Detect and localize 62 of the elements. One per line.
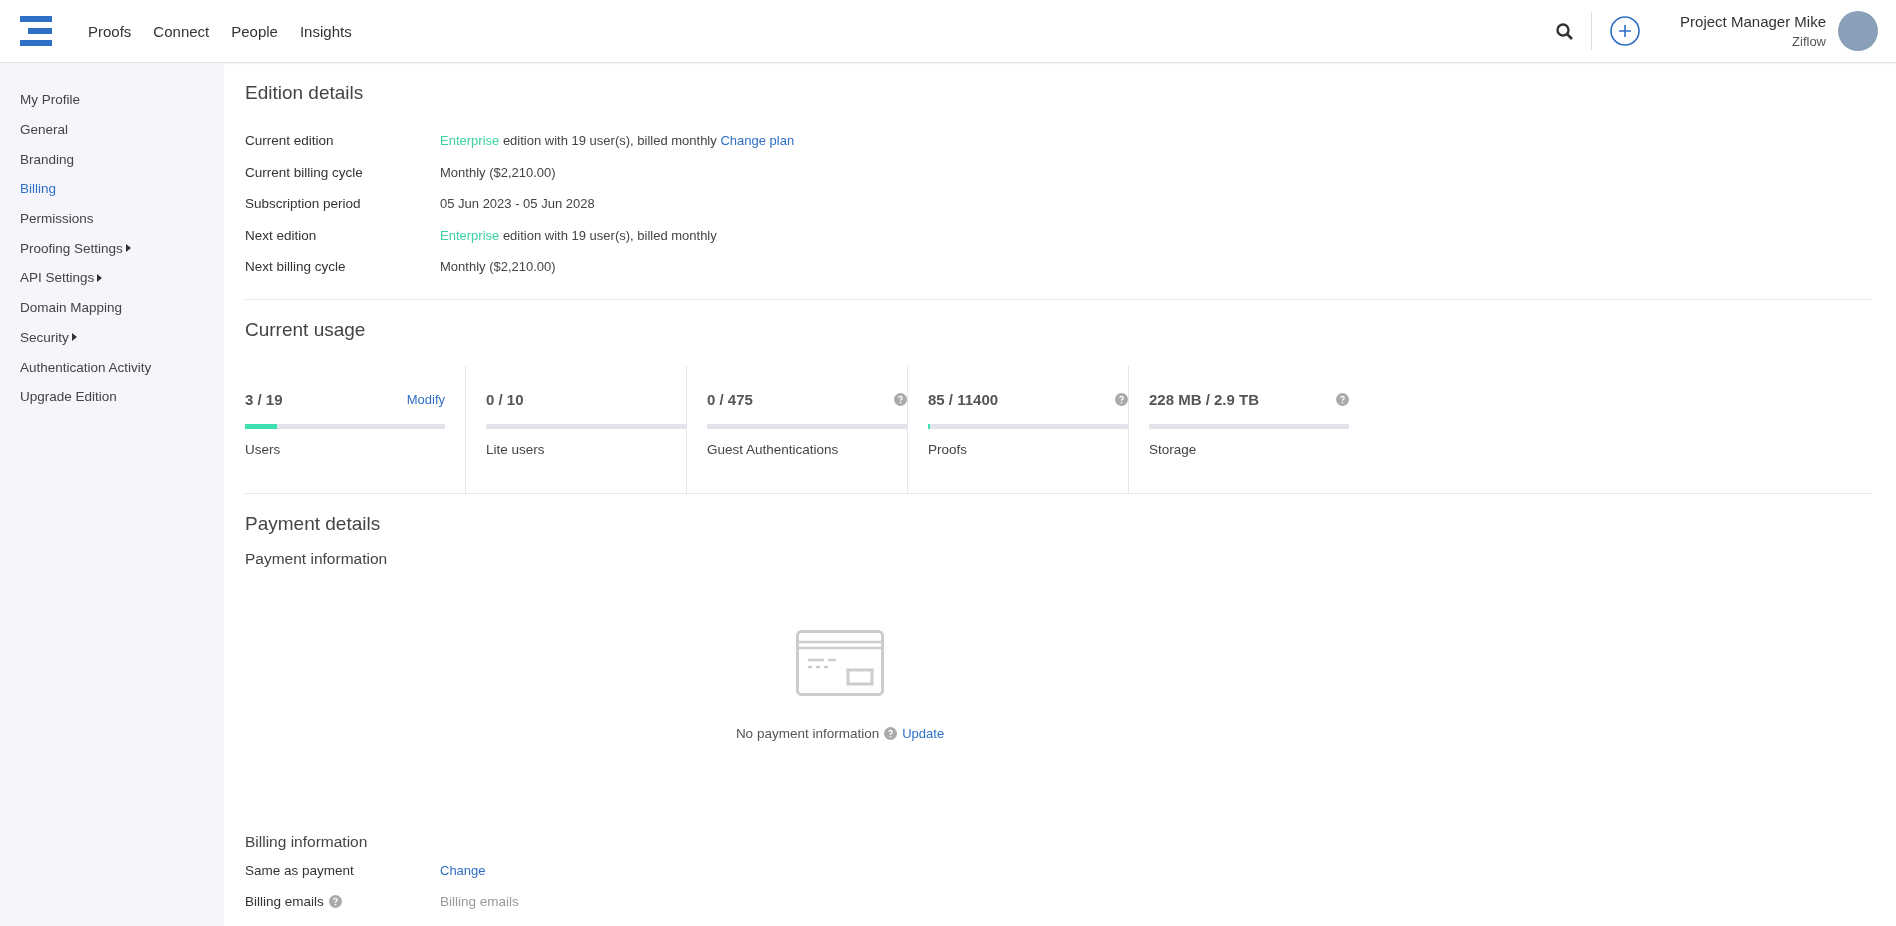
field-value: 05 Jun 2023 - 05 Jun 2028 [440, 196, 596, 212]
sidebar-item[interactable]: My Profile [0, 85, 224, 115]
subsection-title: Billing information [245, 832, 369, 851]
field-value: Enterprise edition with 19 user(s), billed monthly [440, 227, 718, 243]
avatar[interactable] [1838, 11, 1878, 51]
field-label: Same as payment [245, 862, 355, 878]
section-title: Edition details [245, 81, 365, 105]
field-label: Current edition [245, 133, 335, 149]
change-plan-link[interactable]: Change plan [720, 133, 795, 149]
organization-name: Ziflow [1792, 34, 1826, 49]
sidebar-item[interactable]: General [0, 114, 224, 145]
nav-link[interactable]: Connect [153, 22, 210, 40]
caret-icon [125, 244, 131, 253]
subsection-title: Payment information [245, 549, 389, 568]
field-label: Current billing cycle [245, 164, 364, 180]
nav-link[interactable]: Proofs [88, 22, 132, 40]
usage-label: Proofs [928, 441, 969, 457]
help-icon[interactable] [328, 895, 342, 909]
sidebar-item[interactable]: Branding [0, 144, 224, 175]
add-icon[interactable] [1610, 16, 1641, 46]
usage-value: 228 MB / 2.9 TB [1149, 391, 1260, 408]
usage-label: Storage [1149, 441, 1198, 457]
usage-value: 85 / 11400 [928, 391, 999, 408]
field-label: Next billing cycle [245, 259, 347, 275]
usage-label: Lite users [486, 441, 546, 457]
field-value: Monthly ($2,210.00) [440, 164, 557, 180]
section-title: Current usage [245, 317, 367, 342]
user-name: Project Manager Mike [1680, 13, 1826, 30]
field-value: Enterprise edition with 19 user(s), billed monthly Change plan [440, 133, 796, 149]
nav-link[interactable]: Insights [299, 22, 352, 40]
nav-link[interactable]: People [231, 22, 278, 40]
search-icon[interactable] [1556, 22, 1574, 40]
credit-card-icon [796, 629, 884, 696]
sidebar-item[interactable]: Domain Mapping [0, 292, 224, 323]
usage-value: 0 / 475 [707, 391, 753, 408]
help-icon[interactable] [894, 393, 907, 406]
sidebar-item[interactable]: Authentication Activity [0, 352, 224, 382]
section-title: Payment details [245, 511, 382, 536]
usage-label: Users [245, 441, 282, 457]
help-icon[interactable] [1115, 393, 1128, 406]
help-icon[interactable] [884, 726, 898, 740]
usage-value: 3 / 19 [245, 391, 283, 408]
usage-value: 0 / 10 [486, 391, 524, 408]
field-label: Subscription period [245, 196, 362, 212]
field-label: Billing emails [245, 894, 440, 910]
change-link[interactable]: Change [440, 862, 1872, 878]
sidebar-item[interactable]: Security [0, 322, 224, 353]
caret-icon [97, 273, 103, 282]
sidebar-item[interactable]: Upgrade Edition [0, 381, 224, 412]
usage-label: Guest Authentications [707, 441, 840, 457]
sidebar-item[interactable]: Billing [0, 174, 224, 204]
logo-icon[interactable] [20, 16, 52, 46]
sidebar-item[interactable]: Proofing Settings [0, 233, 224, 264]
help-icon[interactable] [1336, 393, 1349, 406]
update-link[interactable]: Update [902, 725, 945, 741]
field-label: Next edition [245, 227, 318, 243]
field-value: Monthly ($2,210.00) [440, 259, 557, 275]
caret-icon [71, 333, 77, 342]
sidebar-item[interactable]: Permissions [0, 203, 224, 234]
modify-link[interactable]: Modify [406, 392, 445, 407]
sidebar-item[interactable]: API Settings [0, 263, 224, 293]
empty-message: No payment information [735, 725, 880, 741]
